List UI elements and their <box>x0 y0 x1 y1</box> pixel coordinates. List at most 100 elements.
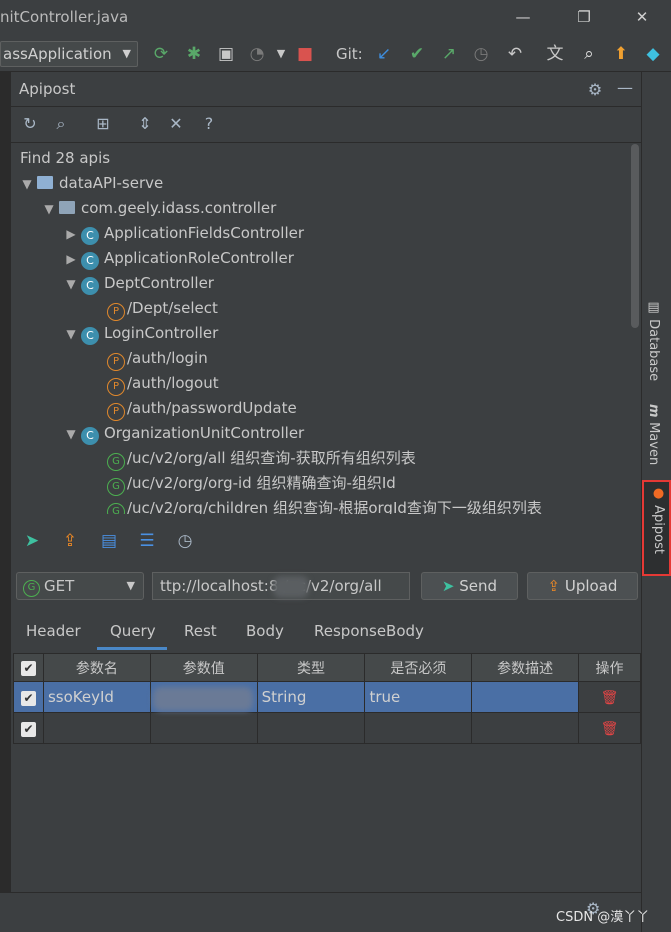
send-button[interactable]: ➤ Send <box>421 572 518 600</box>
plugin-logo-icon[interactable]: ◆ <box>642 44 664 64</box>
tree-item[interactable]: G/uc/v2/org/org-id 组织精确查询-组织Id <box>107 471 396 496</box>
refresh-icon[interactable]: ↻ <box>20 114 40 133</box>
query-params-table: ✔ 参数名 参数值 类型 是否必须 参数描述 操作 ✔ ssoKeyId Str… <box>13 653 641 744</box>
delete-icon[interactable]: 🗑 <box>601 690 619 706</box>
tab-query[interactable]: Query <box>110 622 156 640</box>
run-configuration-select[interactable]: assApplication ▼ <box>0 41 138 67</box>
git-label: Git: <box>336 45 363 63</box>
tree-item[interactable]: ▶ C ApplicationFieldsController <box>61 221 304 246</box>
get-method-icon: G <box>23 580 40 597</box>
document-icon[interactable]: ☰ <box>136 531 158 551</box>
post-method-icon: P <box>107 378 125 396</box>
class-icon: C <box>81 252 99 270</box>
tab-body[interactable]: Body <box>246 622 284 640</box>
delete-icon[interactable]: 🗑 <box>601 721 619 737</box>
column-header: 类型 <box>256 653 366 682</box>
debug-icon[interactable]: ✱ <box>183 44 205 64</box>
database-tab-label: Database <box>646 319 661 382</box>
coverage-icon[interactable]: ▣ <box>215 44 237 64</box>
translate-icon[interactable]: 文 <box>544 44 566 64</box>
chevron-down-icon: ▼ <box>66 327 76 341</box>
gear-icon[interactable]: ⚙ <box>585 80 605 99</box>
column-header: 是否必须 <box>364 653 473 682</box>
checkbox[interactable]: ✔ <box>20 660 36 676</box>
param-required-cell[interactable]: true <box>364 681 473 713</box>
collapse-all-icon[interactable]: ✕ <box>166 114 186 133</box>
apipost-icon: ● <box>651 486 666 506</box>
hide-panel-icon[interactable]: — <box>615 78 635 97</box>
tree-item-label: /Dept/select <box>127 299 218 317</box>
param-value-cell[interactable] <box>149 712 258 744</box>
column-header: 参数值 <box>149 653 258 682</box>
maven-tab-label: Maven <box>646 422 661 466</box>
database-tool-tab[interactable]: ▤ Database <box>646 300 661 381</box>
chevron-down-icon: ▼ <box>22 177 32 191</box>
checkbox[interactable]: ✔ <box>20 691 36 706</box>
tree-item[interactable]: P/auth/passwordUpdate <box>107 396 297 421</box>
apipost-tool-tab[interactable]: ● Apipost <box>642 480 671 576</box>
param-type-cell[interactable] <box>256 712 366 744</box>
param-desc-cell[interactable] <box>471 681 580 713</box>
select-all-cell[interactable]: ✔ <box>13 653 44 682</box>
chevron-down-icon: ▼ <box>44 202 54 216</box>
tree-item[interactable]: ▼ C DeptController <box>61 271 214 296</box>
request-tabs: Header Query Rest Body ResponseBody <box>11 614 641 650</box>
maven-tool-tab[interactable]: m Maven <box>646 404 661 465</box>
upload-label: Upload <box>564 577 618 595</box>
git-commit-icon[interactable]: ✔ <box>406 44 428 64</box>
chevron-down-icon: ▼ <box>122 47 131 60</box>
update-icon[interactable]: ⬆ <box>610 44 632 64</box>
search-icon[interactable]: ⌕ <box>51 114 71 134</box>
maximize-button[interactable]: ❐ <box>574 8 594 26</box>
git-history-icon[interactable]: ◷ <box>470 44 492 64</box>
minimize-button[interactable]: — <box>513 8 533 26</box>
checkbox[interactable]: ✔ <box>20 722 36 737</box>
save-icon[interactable]: ▤ <box>98 531 120 551</box>
profile-icon[interactable]: ◔ <box>246 44 268 64</box>
param-required-cell[interactable] <box>364 712 473 744</box>
tree-root[interactable]: ▼ dataAPI-serve <box>17 171 163 196</box>
param-type-cell[interactable]: String <box>256 681 366 713</box>
tree-item[interactable]: P/auth/login <box>107 346 208 371</box>
tree-scrollbar[interactable] <box>631 144 639 328</box>
tree-item-label: DeptController <box>104 274 214 292</box>
git-update-icon[interactable]: ↙ <box>373 44 395 64</box>
help-icon[interactable]: ? <box>199 114 219 133</box>
tree-item[interactable]: G/uc/v2/org/all 组织查询-获取所有组织列表 <box>107 446 416 471</box>
chevron-down-icon: ▼ <box>126 579 135 592</box>
tree-item[interactable]: P/Dept/select <box>107 296 218 321</box>
expand-all-icon[interactable]: ⇕ <box>135 114 155 133</box>
close-button[interactable]: ✕ <box>632 8 652 26</box>
apipost-panel: Apipost ⚙ — ↻ ⌕ ⊞ ⇕ ✕ ? Find 28 apis ▼ da… <box>11 72 641 892</box>
upload-icon[interactable]: ⇪ <box>59 531 81 551</box>
table-row[interactable]: ✔ ssoKeyId String true 🗑 <box>13 681 641 713</box>
hierarchy-icon[interactable]: ⊞ <box>93 114 113 133</box>
upload-icon: ⇪ <box>547 577 561 595</box>
table-row[interactable]: ✔ 🗑 <box>13 712 641 744</box>
http-method-select[interactable]: G GET ▼ <box>16 572 144 600</box>
rerun-icon[interactable]: ⟳ <box>150 44 172 64</box>
tab-responsebody[interactable]: ResponseBody <box>314 622 424 640</box>
more-run-chevron-icon[interactable]: ▼ <box>270 44 292 64</box>
tab-header[interactable]: Header <box>26 622 81 640</box>
divider <box>11 106 641 107</box>
tree-item[interactable]: P/auth/logout <box>107 371 219 396</box>
class-icon: C <box>81 277 99 295</box>
git-push-icon[interactable]: ↗ <box>438 44 460 64</box>
tree-item[interactable]: G/uc/v2/org/children 组织查询-根据orgId查询下一级组织… <box>107 496 542 514</box>
rollback-icon[interactable]: ↶ <box>504 44 526 64</box>
send-request-icon[interactable]: ➤ <box>21 531 43 551</box>
param-name-cell[interactable] <box>42 712 151 744</box>
tree-item[interactable]: ▶ C ApplicationRoleController <box>61 246 294 271</box>
tab-rest[interactable]: Rest <box>184 622 217 640</box>
param-name-cell[interactable]: ssoKeyId <box>42 681 151 713</box>
stop-icon[interactable]: ■ <box>294 44 316 64</box>
column-header: 参数名 <box>42 653 151 682</box>
tree-item[interactable]: ▼ C LoginController <box>61 321 218 346</box>
search-icon[interactable]: ⌕ <box>578 44 600 64</box>
param-desc-cell[interactable] <box>471 712 580 744</box>
tree-package[interactable]: ▼ com.geely.idass.controller <box>39 196 276 221</box>
history-icon[interactable]: ◷ <box>174 531 196 551</box>
tree-item[interactable]: ▼ C OrganizationUnitController <box>61 421 304 446</box>
upload-button[interactable]: ⇪ Upload <box>527 572 638 600</box>
